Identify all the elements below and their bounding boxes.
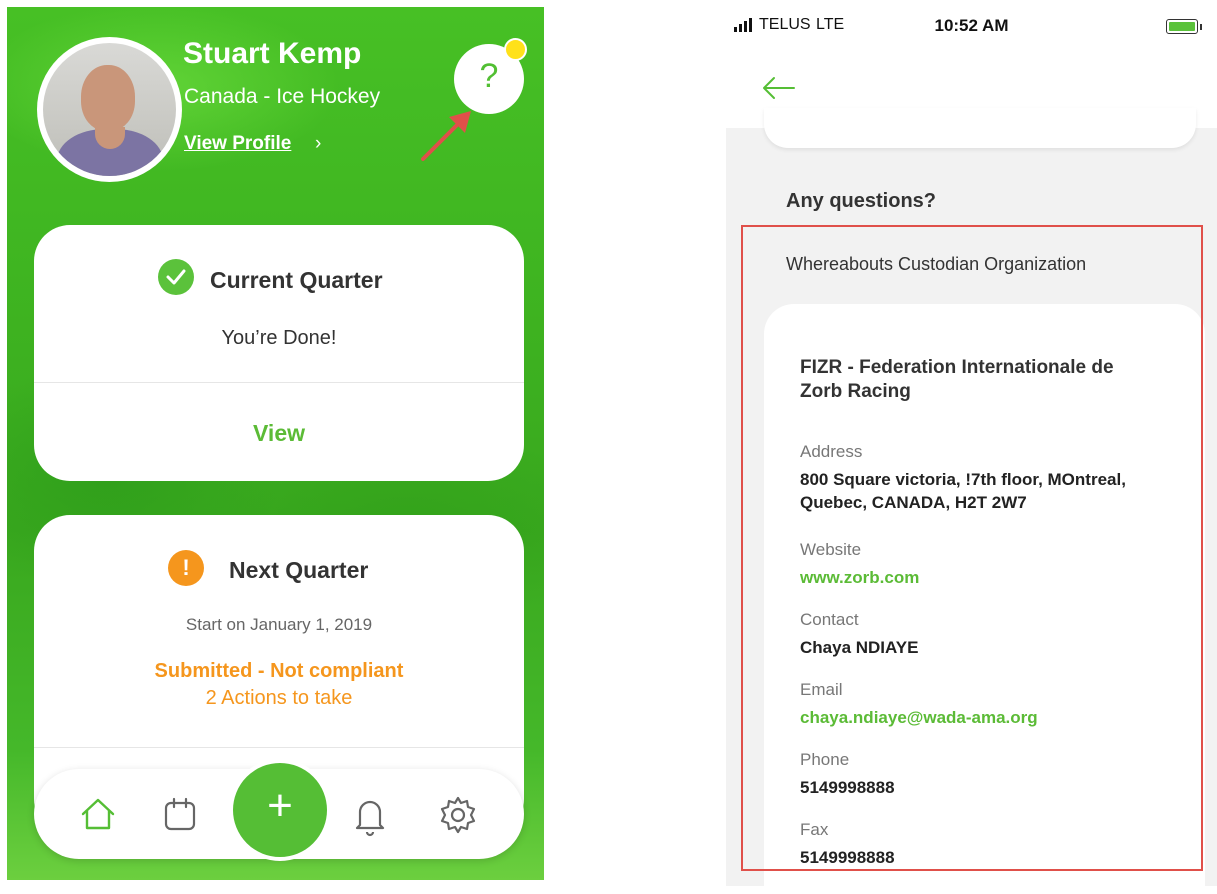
next-quarter-start-date: Start on January 1, 2019 bbox=[185, 615, 373, 634]
profile-sport: Canada - Ice Hockey bbox=[184, 85, 381, 108]
current-quarter-card: Current Quarter You’re Done! View bbox=[34, 225, 524, 481]
right-screen: TELUS LTE 10:52 AM Any questions? Wherea… bbox=[726, 0, 1217, 894]
chevron-right-icon: › bbox=[315, 133, 322, 154]
status-bar: TELUS LTE 10:52 AM bbox=[726, 0, 1217, 50]
section-title: Any questions? bbox=[786, 190, 937, 212]
check-circle-icon bbox=[158, 259, 194, 295]
annotation-arrow-icon bbox=[421, 111, 471, 161]
home-icon[interactable] bbox=[78, 795, 118, 833]
settings-icon[interactable] bbox=[438, 795, 478, 835]
left-screen: Stuart Kemp Canada - Ice Hockey View Pro… bbox=[7, 7, 544, 880]
annotation-highlight-box bbox=[741, 225, 1203, 871]
notification-dot bbox=[504, 38, 527, 61]
next-quarter-title: Next Quarter bbox=[229, 557, 369, 583]
divider bbox=[34, 747, 524, 748]
current-quarter-status: You’re Done! bbox=[221, 327, 337, 349]
avatar[interactable] bbox=[37, 37, 182, 182]
battery-tip bbox=[1200, 24, 1202, 30]
view-button[interactable]: View bbox=[34, 420, 524, 447]
view-profile-link[interactable]: View Profile bbox=[184, 133, 291, 155]
profile-name: Stuart Kemp bbox=[183, 37, 362, 70]
calendar-icon[interactable] bbox=[162, 795, 198, 833]
content-area: Any questions? Whereabouts Custodian Org… bbox=[726, 108, 1217, 894]
actions-count: 2 Actions to take bbox=[205, 687, 353, 709]
bell-icon[interactable] bbox=[353, 795, 387, 837]
avatar-photo bbox=[43, 43, 176, 176]
add-button[interactable]: + bbox=[229, 759, 331, 861]
back-arrow-icon[interactable] bbox=[760, 76, 796, 100]
previous-card bbox=[764, 108, 1196, 148]
warning-icon: ! bbox=[168, 550, 204, 586]
compliance-status: Submitted - Not compliant bbox=[154, 660, 404, 682]
question-icon: ? bbox=[479, 57, 499, 95]
clock: 10:52 AM bbox=[934, 16, 1009, 35]
add-icon: + bbox=[267, 781, 293, 830]
current-quarter-title: Current Quarter bbox=[210, 267, 383, 293]
battery-icon bbox=[1166, 19, 1198, 34]
divider bbox=[34, 382, 524, 383]
